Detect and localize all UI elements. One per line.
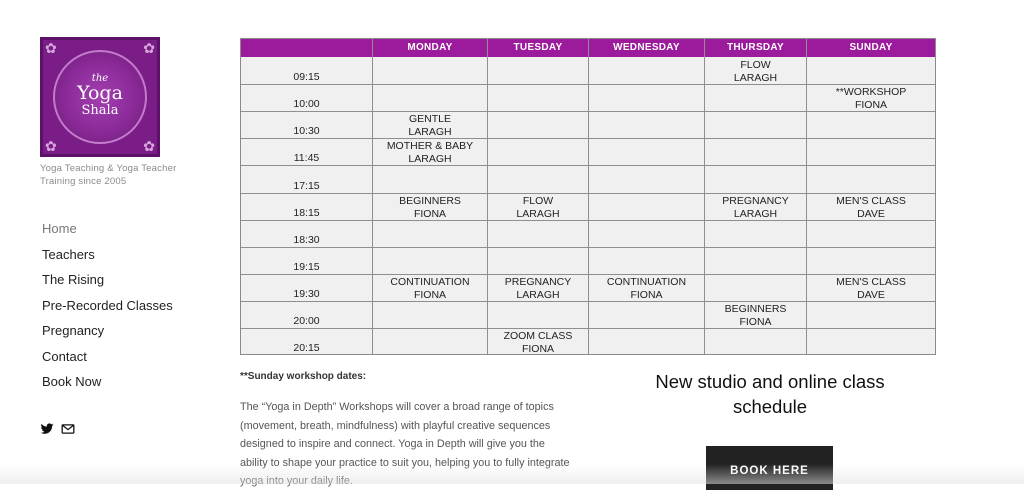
teacher-name: LARAGH [516,207,560,220]
grid-line [241,111,935,112]
nav-the-rising[interactable]: The Rising [42,267,173,293]
class-name: BEGINNERS [399,195,461,207]
email-icon[interactable] [61,422,75,436]
teacher-name: LARAGH [408,125,452,138]
grid-line [241,138,935,139]
class-name: MEN'S CLASS [836,276,906,288]
teacher-name: LARAGH [733,71,778,84]
time-slot: 18:30 [293,234,320,246]
class-cell: FLOW LARAGH [705,59,806,84]
class-cell: CONTINUATION FIONA [589,276,704,301]
logo-ornament: ✿ [143,138,155,154]
class-cell: MEN'S CLASS DAVE [807,276,935,301]
nav-pregnancy[interactable]: Pregnancy [42,318,173,344]
logo-word-shala: Shala [81,103,119,118]
grid-line [241,274,935,275]
time-slot: 09:15 [293,71,320,83]
class-name: PREGNANCY [722,195,789,207]
time-slot: 11:45 [293,152,320,164]
class-name: CONTINUATION [390,276,470,288]
class-cell: PREGNANCY LARAGH [488,276,588,301]
class-cell: GENTLE LARAGH [373,113,487,138]
teacher-name: FIONA [521,342,555,355]
time-slot: 20:00 [293,315,320,327]
nav-contact[interactable]: Contact [42,344,173,370]
time-slot: 10:30 [293,125,320,137]
grid-line [241,193,935,194]
grid-line [241,247,935,248]
teacher-name: FIONA [630,288,663,301]
class-timetable: MONDAY TUESDAY WEDNESDAY THURSDAY SUNDAY… [240,38,936,355]
teacher-name: DAVE [857,288,885,301]
time-slot: 19:15 [293,261,320,273]
logo-ornament: ✿ [45,40,57,56]
class-cell: ZOOM CLASS FIONA [488,330,588,355]
twitter-icon[interactable] [40,422,54,436]
logo-ornament: ✿ [45,138,57,154]
workshop-description: The “Yoga in Depth” Workshops will cover… [240,401,570,487]
class-cell: MOTHER & BABY LARAGH [373,140,487,165]
day-header-monday: MONDAY [407,42,453,53]
class-name: ZOOM CLASS [503,330,573,342]
nav-teachers[interactable]: Teachers [42,242,173,268]
grid-line [241,220,935,221]
class-name: PREGNANCY [504,276,572,288]
teacher-name: FIONA [413,207,447,220]
logo-word-yoga: Yoga [77,82,123,104]
grid-line [241,84,935,85]
time-slot: 18:15 [293,207,320,219]
class-name: FLOW [522,195,554,207]
class-name: FLOW [740,59,771,71]
teacher-name: FIONA [739,315,772,328]
nav-pre-recorded-classes[interactable]: Pre-Recorded Classes [42,293,173,319]
class-name: MEN'S CLASS [836,195,906,207]
logo-ornament: ✿ [143,40,155,56]
time-slot: 10:00 [293,98,320,110]
grid-line [241,328,935,329]
class-cell: BEGINNERS FIONA [705,303,806,328]
class-cell: MEN'S CLASS DAVE [807,195,935,220]
teacher-name: LARAGH [516,288,560,301]
site-tagline: Yoga Teaching & Yoga Teacher Training si… [40,163,177,187]
grid-line [588,39,589,354]
class-cell: CONTINUATION FIONA [373,276,487,301]
class-name: MOTHER & BABY [386,140,474,152]
nav-book-now[interactable]: Book Now [42,369,173,395]
social-links [40,422,75,436]
day-header-wednesday: WEDNESDAY [613,42,680,53]
nav-home[interactable]: Home [42,216,173,242]
grid-line [241,165,935,166]
teacher-name: LARAGH [408,152,452,165]
day-header-thursday: THURSDAY [726,42,785,53]
site-logo[interactable]: ✿ ✿ ✿ ✿ the Yoga Shala [40,37,160,157]
time-slot: 20:15 [293,342,320,354]
class-name: BEGINNERS [724,303,787,315]
teacher-name: FIONA [413,288,447,301]
workshop-heading: **Sunday workshop dates: [240,371,367,382]
class-name: GENTLE [408,113,451,125]
day-header-sunday: SUNDAY [849,42,893,53]
time-slot: 17:15 [293,180,320,192]
teacher-name: DAVE [857,207,885,220]
time-slot: 19:30 [293,288,320,300]
day-header-tuesday: TUESDAY [513,42,563,53]
class-name: CONTINUATION [606,276,687,288]
class-cell: BEGINNERS FIONA [373,195,487,220]
class-cell: FLOW LARAGH [488,195,588,220]
teacher-name: FIONA [854,98,888,111]
main-nav: Home Teachers The Rising Pre-Recorded Cl… [42,216,173,395]
teacher-name: LARAGH [733,207,778,220]
studio-schedule-heading: New studio and online class schedule [655,371,885,417]
class-cell: PREGNANCY LARAGH [705,195,806,220]
book-here-button[interactable]: BOOK HERE [706,446,833,490]
grid-line [241,301,935,302]
class-name: **WORKSHOP [835,86,907,98]
class-cell: **WORKSHOP FIONA [807,86,935,111]
